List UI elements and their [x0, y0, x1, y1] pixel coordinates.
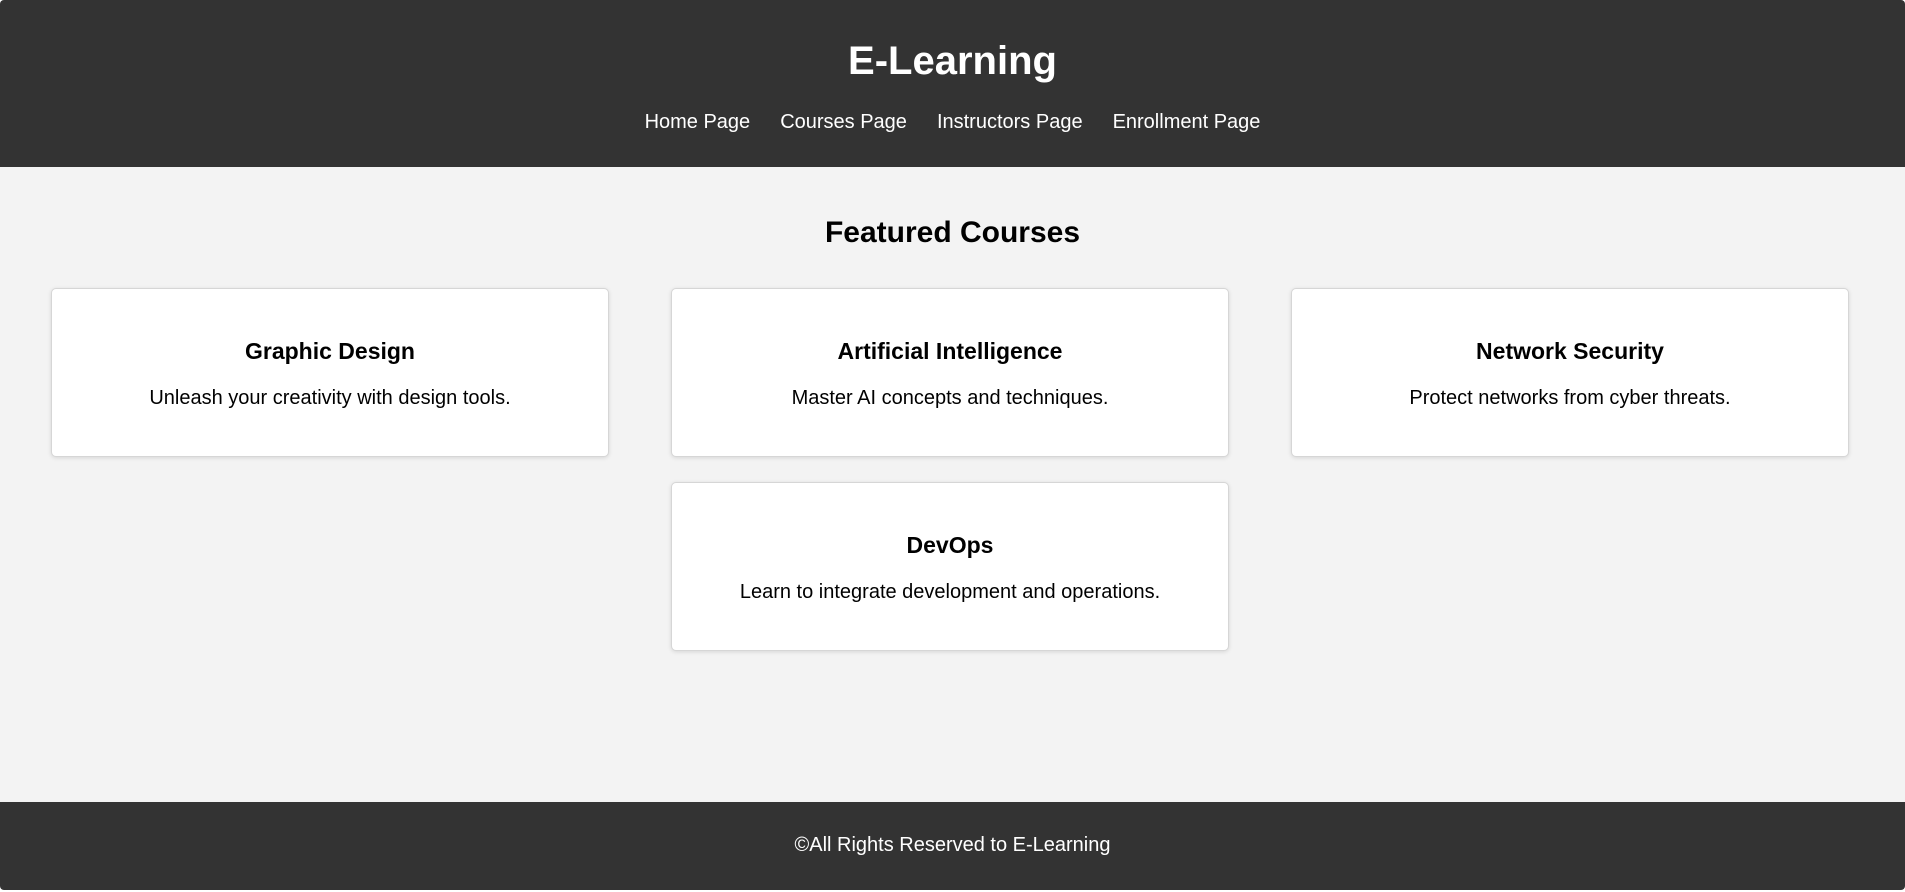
nav-link-home[interactable]: Home Page — [645, 110, 751, 134]
page-frame: E-Learning Home Page Courses Page Instru… — [0, 0, 1905, 890]
nav-link-courses[interactable]: Courses Page — [780, 110, 907, 134]
nav-link-enrollment[interactable]: Enrollment Page — [1113, 110, 1261, 134]
featured-courses-heading: Featured Courses — [824, 216, 1081, 249]
course-card-devops: DevOps Learn to integrate development an… — [671, 482, 1229, 651]
course-title: DevOps — [906, 532, 994, 558]
main-nav: Home Page Courses Page Instructors Page … — [0, 110, 1905, 134]
site-title: E-Learning — [848, 39, 1057, 83]
course-description: Protect networks from cyber threats. — [1409, 387, 1731, 409]
course-title: Artificial Intelligence — [837, 338, 1063, 364]
course-description: Unleash your creativity with design tool… — [149, 387, 511, 409]
nav-link-instructors[interactable]: Instructors Page — [937, 110, 1083, 134]
course-description: Master AI concepts and techniques. — [791, 387, 1109, 409]
course-card-network-security: Network Security Protect networks from c… — [1291, 288, 1849, 457]
course-title: Network Security — [1476, 338, 1664, 364]
footer-copyright: ©All Rights Reserved to E-Learning — [794, 834, 1111, 856]
course-title: Graphic Design — [245, 338, 415, 364]
site-header: E-Learning Home Page Courses Page Instru… — [0, 0, 1905, 167]
course-card-graphic-design: Graphic Design Unleash your creativity w… — [51, 288, 609, 457]
course-card-artificial-intelligence: Artificial Intelligence Master AI concep… — [671, 288, 1229, 457]
course-description: Learn to integrate development and opera… — [739, 581, 1161, 603]
